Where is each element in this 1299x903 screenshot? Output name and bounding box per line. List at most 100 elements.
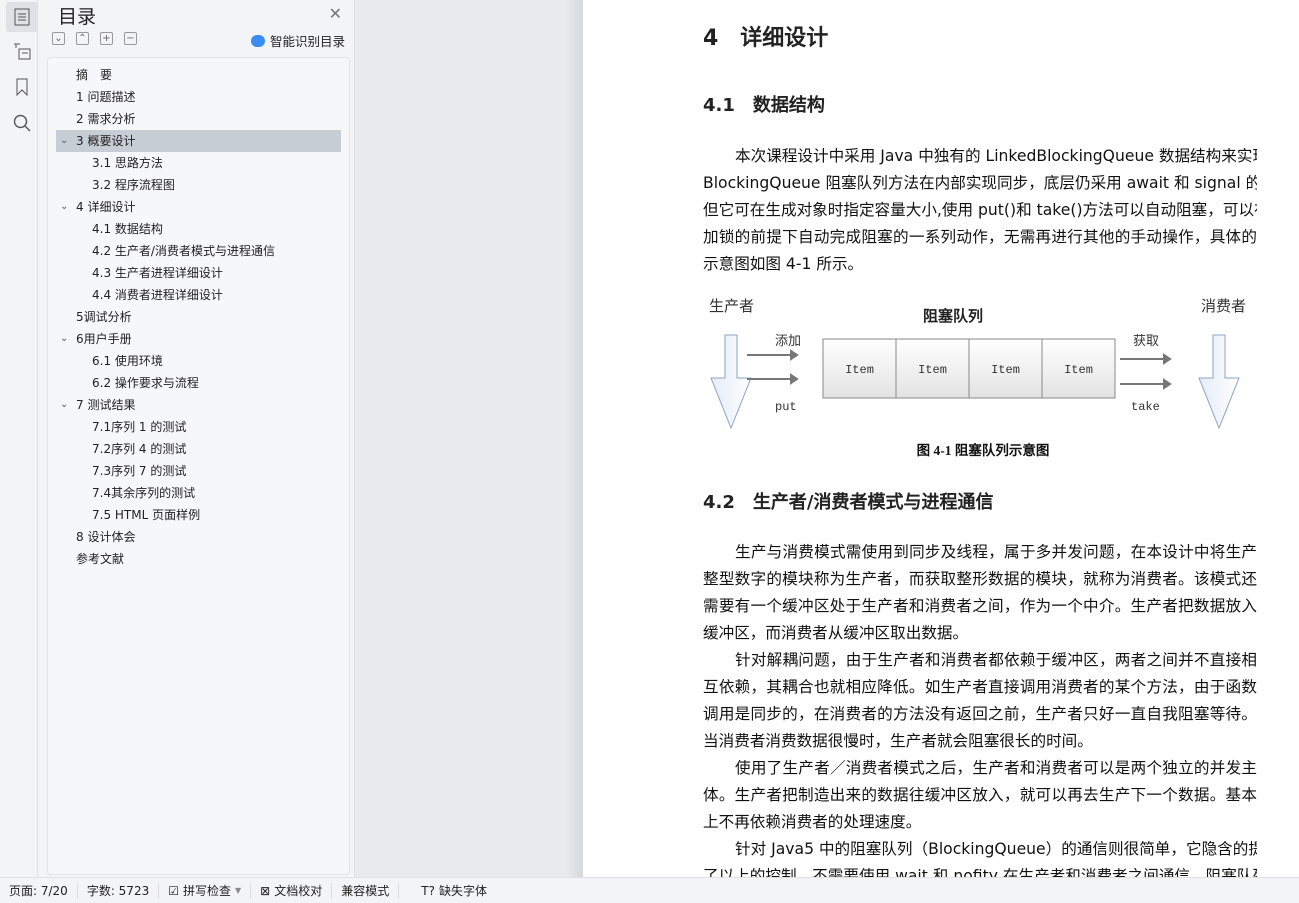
toc-item[interactable]: 7.1序列 1 的测试 <box>56 416 341 438</box>
smart-toc-label: 智能识别目录 <box>269 34 345 49</box>
toc-panel: 目录 ✕ ⌄ ⌃ + − 智能识别目录 摘 要 1 问题描述 2 需求分析 ⌄ 3 概要… <box>38 0 355 877</box>
toc-item[interactable]: 2 需求分析 <box>56 108 341 130</box>
text-line: 针对 Java5 中的阻塞队列（BlockingQueue）的通信则很简单，它隐… <box>735 840 1257 858</box>
arrow-in-1 <box>747 349 799 361</box>
bookmark-icon[interactable] <box>6 72 38 102</box>
toc-item[interactable]: 摘 要 <box>56 64 341 86</box>
text-line: 针对解耦问题，由于生产者和消费者都依赖于缓冲区，两者之间并不直接相 <box>735 651 1257 669</box>
blocking-queue-figure: 生产者 消费者 阻塞队列 添加 put 获取 take Item Item Item… <box>709 298 1246 458</box>
proofread-icon: ⊠ <box>260 883 271 898</box>
toc-item[interactable]: 4.2 生产者/消费者模式与进程通信 <box>56 240 341 262</box>
status-bar: 页面: 7/20 字数: 5723 ☑ 拼写检查 ▼ ⊠ 文档校对 兼容模式 T? 缺失… <box>0 877 1299 903</box>
toc-item-label: 4.4 消费者进程详细设计 <box>92 288 223 302</box>
toc-item[interactable]: 5调试分析 <box>56 306 341 328</box>
collapse-all-button[interactable]: − <box>124 32 137 45</box>
add-label: 添加 <box>775 333 801 348</box>
chevron-down-icon[interactable]: ⌄ <box>60 196 68 218</box>
toc-item[interactable]: 1 问题描述 <box>56 86 341 108</box>
toc-item[interactable]: 4.1 数据结构 <box>56 218 341 240</box>
paragraph-group: 生产与消费模式需使用到同步及线程，属于多并发问题，在本设计中将生产 整型数字的模块… <box>703 539 1257 890</box>
toc-item[interactable]: 参考文献 <box>56 548 341 570</box>
toc-item-label: 5调试分析 <box>76 310 132 324</box>
toc-item-label: 4 详细设计 <box>76 200 136 214</box>
toc-item-label: 7.1序列 1 的测试 <box>92 420 187 434</box>
queue-title: 阻塞队列 <box>923 307 983 325</box>
toc-item[interactable]: 6.2 操作要求与流程 <box>56 372 341 394</box>
word-count[interactable]: 字数: 5723 <box>78 882 160 899</box>
chevron-down-icon[interactable]: ⌄ <box>60 130 68 152</box>
side-icon-bar <box>0 0 38 877</box>
toc-item[interactable]: 3.2 程序流程图 <box>56 174 341 196</box>
arrow-out-2 <box>1120 378 1172 390</box>
toc-item[interactable]: 6.1 使用环境 <box>56 350 341 372</box>
queue-item-label: Item <box>918 363 947 377</box>
toc-item[interactable]: ⌄ 7 测试结果 <box>56 394 341 416</box>
navigation-icon[interactable] <box>6 36 38 66</box>
toc-icon[interactable] <box>6 2 38 32</box>
toc-item-label: 摘 要 <box>76 68 113 82</box>
text-line: 需要有一个缓冲区处于生产者和消费者之间，作为一个中介。生产者把数据放入 <box>703 597 1257 615</box>
toc-item[interactable]: 4.4 消费者进程详细设计 <box>56 284 341 306</box>
toc-item-label: 1 问题描述 <box>76 90 136 104</box>
chevron-down-icon[interactable]: ⌄ <box>60 328 68 350</box>
spell-check-button[interactable]: ☑ 拼写检查 ▼ <box>159 882 252 899</box>
page-indicator[interactable]: 页面: 7/20 <box>0 882 78 899</box>
doc-proofread-button[interactable]: ⊠ 文档校对 <box>251 882 333 899</box>
spell-check-icon: ☑ <box>168 883 179 898</box>
toc-item-label: 4.1 数据结构 <box>92 222 163 236</box>
get-label: 获取 <box>1133 333 1159 348</box>
toc-title: 目录 <box>58 6 97 28</box>
toc-item[interactable]: 3.1 思路方法 <box>56 152 341 174</box>
text-line: 上不再依赖消费者的处理速度。 <box>703 813 922 831</box>
producer-down-arrow <box>710 334 752 430</box>
paragraph: 生产与消费模式需使用到同步及线程，属于多并发问题，在本设计中将生产 整型数字的模块… <box>703 539 1257 647</box>
search-icon[interactable] <box>6 108 38 138</box>
put-label: put <box>775 400 797 414</box>
text-line: 体。生产者把制造出来的数据往缓冲区放入，就可以再去生产下一个数据。基本 <box>703 786 1257 804</box>
toc-item-label: 3.1 思路方法 <box>92 156 163 170</box>
missing-font-button[interactable]: T? 缺失字体 <box>399 883 496 899</box>
page-gutter <box>356 0 583 877</box>
consumer-label: 消费者 <box>1201 298 1246 315</box>
toc-item-label: 7 测试结果 <box>76 398 136 412</box>
toc-item-label: 7.3序列 7 的测试 <box>92 464 187 478</box>
chevron-down-icon[interactable]: ⌄ <box>60 394 68 416</box>
toc-item-label: 参考文献 <box>76 552 125 566</box>
document-page: 4 详细设计 4.1 数据结构 本次课程设计中采用 Java 中独有的 Link… <box>583 0 1299 885</box>
toc-item-label: 3 概要设计 <box>76 134 136 148</box>
toc-item[interactable]: 7.2序列 4 的测试 <box>56 438 341 460</box>
smart-toc-button[interactable]: 智能识别目录 <box>250 31 345 50</box>
toc-item[interactable]: 8 设计体会 <box>56 526 341 548</box>
expand-all-button[interactable]: + <box>100 32 113 45</box>
text-line: 整型数字的模块称为生产者，而获取整形数据的模块，就称为消费者。该模式还 <box>703 570 1257 588</box>
consumer-down-arrow <box>1198 334 1240 430</box>
toc-item[interactable]: 7.5 HTML 页面样例 <box>56 504 341 526</box>
toc-item[interactable]: 4.3 生产者进程详细设计 <box>56 262 341 284</box>
text-line: 但它可在生成对象时指定容量大小,使用 put()和 take()方法可以自动阻塞… <box>703 201 1257 219</box>
compat-mode-button[interactable]: 兼容模式 <box>332 882 400 899</box>
toc-item[interactable]: ⌄ 3 概要设计 <box>56 130 341 152</box>
take-label: take <box>1131 400 1160 414</box>
heading-4-1: 4.1 数据结构 <box>703 95 825 116</box>
expand-down-button[interactable]: ⌄ <box>52 32 65 45</box>
toc-item[interactable]: ⌄ 4 详细设计 <box>56 196 341 218</box>
dropdown-icon: ▼ <box>235 885 242 895</box>
queue-item-label: Item <box>1064 363 1093 377</box>
toc-item-label: 7.2序列 4 的测试 <box>92 442 187 456</box>
toc-item-label: 4.2 生产者/消费者模式与进程通信 <box>92 244 275 258</box>
text-line: 调用是同步的，在消费者的方法没有返回之前，生产者只好一直自我阻塞等待。 <box>703 705 1257 723</box>
text-line: 加锁的前提下自动完成阻塞的一系列动作，无需再进行其他的手动操作，具体的 <box>703 228 1257 246</box>
toc-item-label: 4.3 生产者进程详细设计 <box>92 266 223 280</box>
toc-item[interactable]: 7.3序列 7 的测试 <box>56 460 341 482</box>
close-icon[interactable]: ✕ <box>329 4 342 23</box>
paragraph: 针对解耦问题，由于生产者和消费者都依赖于缓冲区，两者之间并不直接相 互依赖，其耦合… <box>703 647 1257 755</box>
collapse-up-button[interactable]: ⌃ <box>76 32 89 45</box>
spell-check-label: 拼写检查 <box>182 883 231 898</box>
toc-item[interactable]: 7.4其余序列的测试 <box>56 482 341 504</box>
toc-item[interactable]: ⌄ 6用户手册 <box>56 328 341 350</box>
text-line: BlockingQueue 阻塞队列方法在内部实现同步，底层仍采用 await … <box>703 174 1257 192</box>
toc-item-label: 6用户手册 <box>76 332 132 346</box>
missing-font-label: 缺失字体 <box>438 883 487 898</box>
arrow-in-2 <box>747 373 799 385</box>
arrow-out-1 <box>1120 353 1172 365</box>
